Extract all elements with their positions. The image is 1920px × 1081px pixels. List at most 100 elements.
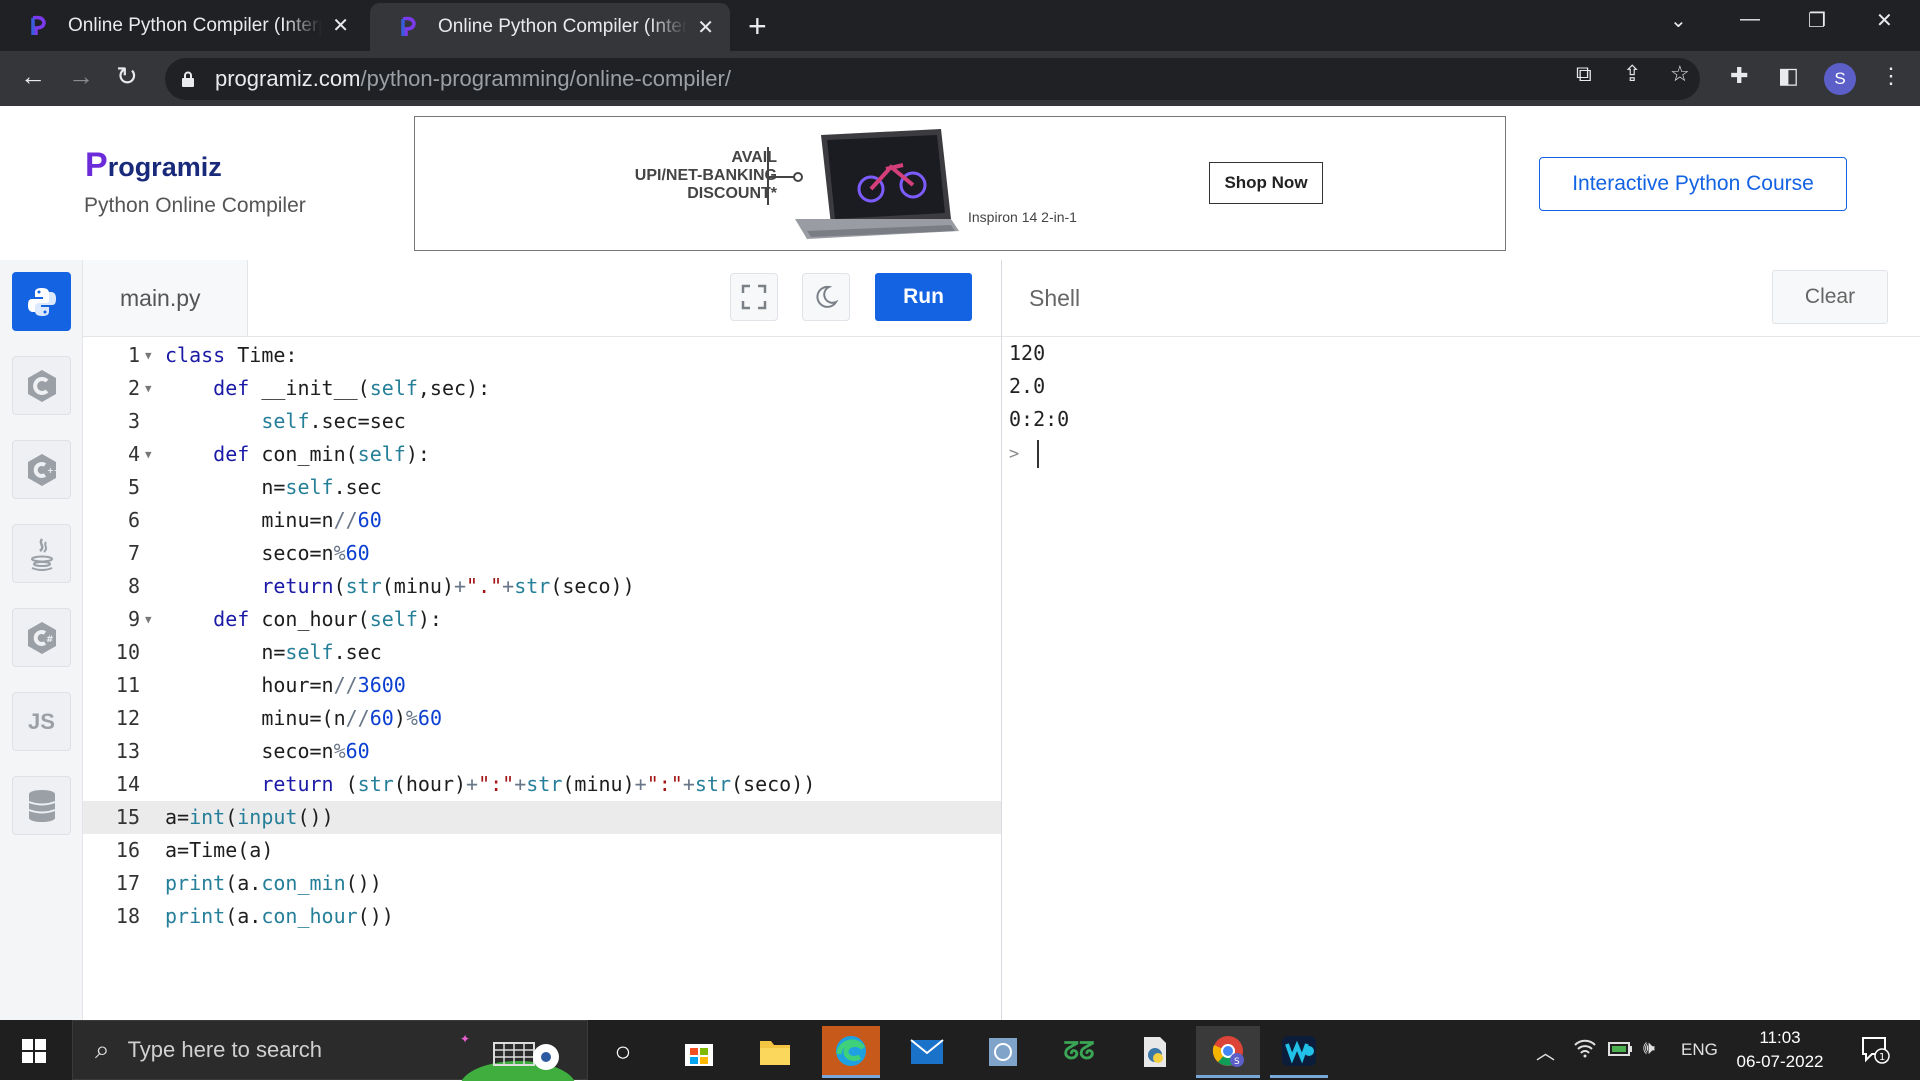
shop-now-button[interactable]: Shop Now	[1209, 162, 1323, 204]
close-window-icon[interactable]: ✕	[1876, 8, 1893, 33]
side-panel-icon[interactable]: ◧	[1778, 63, 1799, 89]
interactive-python-course-button[interactable]: Interactive Python Course	[1539, 157, 1847, 211]
wifi-icon[interactable]	[1573, 1038, 1597, 1064]
shell-output-line: 120	[1009, 341, 1046, 365]
cpp-icon: ++	[27, 453, 60, 486]
system-clock[interactable]: 11:03 06-07-2022	[1735, 1026, 1825, 1074]
fold-toggle-icon[interactable]: ▼	[145, 603, 152, 636]
microsoft-store-icon[interactable]	[670, 1026, 728, 1078]
code-line[interactable]: 10 n=self.sec	[83, 636, 1001, 669]
moon-icon	[816, 285, 839, 308]
browser-tab-bar: Online Python Compiler (Interpreter) ✕ O…	[0, 0, 1920, 51]
page-subtitle: Python Online Compiler	[84, 194, 306, 217]
csharp-icon: #	[27, 621, 56, 654]
code-line[interactable]: 15 a=int(input())	[83, 801, 1001, 834]
line-number: 16	[115, 838, 140, 862]
chrome-browser-icon[interactable]: S	[1196, 1026, 1260, 1078]
csharp-language-button[interactable]: #	[12, 608, 71, 667]
webex-icon[interactable]	[1270, 1026, 1328, 1078]
advertisement-banner[interactable]: AVAIL UPI/NET-BANKING DISCOUNT* Inspiron…	[414, 116, 1506, 251]
code-text: hour=n//3600	[165, 673, 406, 697]
shell-prompt: >	[1009, 444, 1020, 464]
code-line[interactable]: 16 a=Time(a)	[83, 834, 1001, 867]
code-line[interactable]: 13 seco=n%60	[83, 735, 1001, 768]
code-text: def __init__(self,sec):	[213, 376, 491, 400]
new-tab-icon[interactable]: +	[748, 8, 767, 45]
ad-model-name: Inspiron 14 2-in-1	[968, 209, 1077, 225]
shell-output[interactable]: 120 2.0 0:2:0 >	[1002, 337, 1920, 1020]
fullscreen-icon	[741, 284, 767, 310]
show-hidden-icons-chevron-icon[interactable]: ︿	[1536, 1038, 1555, 1065]
file-tab-main-py[interactable]: main.py	[83, 260, 248, 336]
profile-avatar[interactable]: S	[1824, 63, 1856, 95]
line-number: 1	[127, 343, 140, 367]
share-icon[interactable]: ⇪	[1623, 61, 1641, 87]
fold-toggle-icon[interactable]: ▼	[145, 372, 152, 405]
code-line[interactable]: 9 ▼ def con_hour(self):	[83, 603, 1001, 636]
taskbar-search-box[interactable]: ⌕ Type here to search ✦	[72, 1020, 588, 1081]
python-language-button[interactable]	[12, 272, 71, 331]
sql-language-button[interactable]	[12, 776, 71, 835]
battery-icon[interactable]	[1608, 1038, 1634, 1064]
c-language-button[interactable]	[12, 356, 71, 415]
run-button[interactable]: Run	[875, 273, 972, 321]
code-line[interactable]: 12 minu=(n//60)%60	[83, 702, 1001, 735]
code-line[interactable]: 14 return (str(hour)+":"+str(minu)+":"+s…	[83, 768, 1001, 801]
clear-button[interactable]: Clear	[1772, 270, 1888, 324]
code-line[interactable]: 18 print(a.con_hour())	[83, 900, 1001, 933]
windows-taskbar: ⌕ Type here to search ✦ ○ ᘔᘔ S ︿ 🕪 ENG 1…	[0, 1020, 1920, 1081]
close-tab-icon[interactable]: ✕	[697, 15, 714, 40]
reload-icon[interactable]: ↻	[116, 61, 138, 92]
mail-icon[interactable]	[898, 1026, 956, 1078]
tab-search-chevron-icon[interactable]: ⌄	[1670, 8, 1687, 33]
code-editor[interactable]: 1 ▼ class Time: 2 ▼ def __init__(self,sec): 3…	[83, 337, 1001, 1020]
shell-prompt-line[interactable]: >	[1009, 436, 1040, 469]
cpp-language-button[interactable]: ++	[12, 440, 71, 499]
language-sidebar: ++ # JS	[0, 260, 83, 1020]
code-line[interactable]: 3 self.sec=sec	[83, 405, 1001, 438]
code-line[interactable]: 5 n=self.sec	[83, 471, 1001, 504]
java-language-button[interactable]	[12, 524, 71, 583]
line-number: 13	[115, 739, 140, 763]
url-text: programiz.com/python-programming/online-…	[215, 66, 731, 91]
fold-toggle-icon[interactable]: ▼	[145, 339, 152, 372]
code-line[interactable]: 4 ▼ def con_min(self):	[83, 438, 1001, 471]
search-icon: ⌕	[95, 1034, 110, 1064]
address-bar[interactable]: programiz.com/python-programming/online-…	[165, 58, 1700, 100]
code-line[interactable]: 2 ▼ def __init__(self,sec):	[83, 372, 1001, 405]
menu-kebab-icon[interactable]: ⋮	[1880, 63, 1902, 89]
javascript-language-button[interactable]: JS	[12, 692, 71, 751]
fullscreen-button[interactable]	[730, 273, 778, 321]
app-icon[interactable]	[974, 1026, 1032, 1078]
line-number: 10	[115, 640, 140, 664]
dark-mode-button[interactable]	[802, 273, 850, 321]
restore-icon[interactable]: ❐	[1808, 8, 1826, 33]
windows-start-icon[interactable]	[22, 1039, 46, 1063]
cortana-icon[interactable]: ○	[594, 1026, 652, 1078]
fold-toggle-icon[interactable]: ▼	[145, 438, 152, 471]
code-line[interactable]: 8 return(str(minu)+"."+str(seco))	[83, 570, 1001, 603]
minimize-icon[interactable]: —	[1740, 8, 1760, 31]
browser-tab-1[interactable]: Online Python Compiler (Interpreter) ✕	[0, 0, 365, 51]
file-explorer-icon[interactable]	[746, 1026, 804, 1078]
python-idle-icon[interactable]	[1126, 1026, 1184, 1078]
notification-center-icon[interactable]: 1	[1860, 1034, 1890, 1071]
open-in-app-icon[interactable]: ⧉	[1576, 61, 1592, 87]
close-tab-icon[interactable]: ✕	[332, 13, 349, 38]
programiz-logo[interactable]: Programiz	[85, 146, 222, 185]
code-text: a=int(input())	[165, 805, 334, 829]
back-icon[interactable]: ←	[20, 61, 46, 92]
extensions-puzzle-icon[interactable]: ✚	[1730, 63, 1748, 89]
code-line[interactable]: 7 seco=n%60	[83, 537, 1001, 570]
geeksforgeeks-icon[interactable]: ᘔᘔ	[1050, 1026, 1108, 1078]
forward-icon[interactable]: →	[68, 61, 94, 92]
code-line[interactable]: 17 print(a.con_min())	[83, 867, 1001, 900]
volume-icon[interactable]: 🕪	[1643, 1038, 1655, 1060]
code-line[interactable]: 6 minu=n//60	[83, 504, 1001, 537]
bookmark-star-icon[interactable]: ☆	[1670, 61, 1690, 87]
code-line[interactable]: 11 hour=n//3600	[83, 669, 1001, 702]
edge-browser-icon[interactable]	[822, 1026, 880, 1078]
code-line[interactable]: 1 ▼ class Time:	[83, 339, 1001, 372]
browser-tab-2[interactable]: Online Python Compiler (Interpreter) ✕	[370, 3, 730, 51]
input-language-indicator[interactable]: ENG	[1681, 1040, 1718, 1060]
